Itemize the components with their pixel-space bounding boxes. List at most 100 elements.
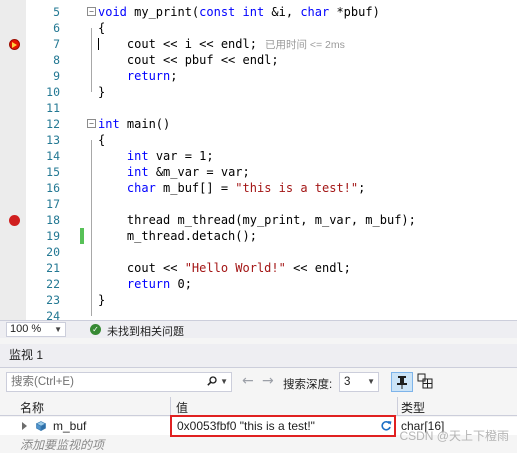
- search-depth-label: 搜索深度:: [283, 379, 333, 391]
- column-divider[interactable]: [397, 397, 398, 416]
- keyword-token: char: [300, 5, 330, 19]
- code-line[interactable]: 13 {: [0, 132, 517, 148]
- code-token: *pbuf): [329, 5, 380, 19]
- current-statement-icon[interactable]: [9, 39, 20, 50]
- collapse-icon[interactable]: −: [87, 7, 96, 16]
- code-text[interactable]: cout << pbuf << endl;: [98, 52, 279, 68]
- elapsed-time-hint[interactable]: 已用时间 <= 2ms: [265, 39, 345, 51]
- code-line[interactable]: 15 int &m_var = var;: [0, 164, 517, 180]
- watch-search-input[interactable]: 搜索(Ctrl+E) ▼: [6, 372, 232, 392]
- code-line[interactable]: 22 return 0;: [0, 276, 517, 292]
- line-number: 10: [46, 85, 60, 99]
- code-token: m_buf[] =: [155, 181, 236, 195]
- keyword-token: void: [98, 5, 127, 19]
- code-text[interactable]: void my_print(const int &i, char *pbuf): [98, 4, 380, 20]
- issues-status[interactable]: 未找到相关问题: [107, 323, 184, 339]
- code-line[interactable]: 21 cout << "Hello World!" << endl;: [0, 260, 517, 276]
- view-mode-button[interactable]: [415, 372, 437, 392]
- code-line[interactable]: 9 return;: [0, 68, 517, 84]
- keyword-token: int: [242, 5, 265, 19]
- search-icon[interactable]: [207, 376, 217, 386]
- search-previous-icon[interactable]: ←: [242, 373, 254, 389]
- line-number: 23: [46, 293, 60, 307]
- code-line[interactable]: 10}: [0, 84, 517, 100]
- code-text[interactable]: {: [98, 20, 105, 36]
- code-token: ;: [358, 181, 366, 195]
- code-line[interactable]: 11: [0, 100, 517, 116]
- code-text[interactable]: return;: [98, 68, 178, 84]
- line-number: 7: [53, 37, 60, 51]
- code-token: {: [98, 133, 106, 147]
- keyword-token: int: [98, 117, 120, 131]
- code-text[interactable]: }: [98, 84, 105, 100]
- collapse-icon[interactable]: −: [87, 119, 96, 128]
- keyword-token: return: [126, 69, 171, 83]
- watch-column-header: 名称 值 类型: [0, 397, 517, 416]
- code-line[interactable]: 18 thread m_thread(my_print, m_var, m_bu…: [0, 212, 517, 228]
- highlight-annotation-box: [170, 415, 396, 437]
- code-text[interactable]: int main(): [98, 116, 170, 132]
- code-line[interactable]: 14 int var = 1;: [0, 148, 517, 164]
- expand-arrow-icon[interactable]: [22, 422, 27, 430]
- line-number: 21: [46, 261, 60, 275]
- line-number: 13: [46, 133, 60, 147]
- search-next-icon[interactable]: →: [262, 373, 274, 389]
- column-divider[interactable]: [170, 397, 171, 416]
- code-token: var = 1;: [148, 149, 214, 163]
- code-text[interactable]: return 0;: [98, 276, 192, 292]
- column-name[interactable]: 名称: [20, 399, 44, 416]
- add-watch-placeholder[interactable]: 添加要监视的项: [20, 436, 104, 453]
- code-text[interactable]: m_thread.detach();: [98, 228, 257, 244]
- line-number: 9: [53, 69, 60, 83]
- search-depth-dropdown[interactable]: 3 ▼: [339, 372, 379, 392]
- code-line[interactable]: 23}: [0, 292, 517, 308]
- code-text[interactable]: cout << i << endl; 已用时间 <= 2ms: [98, 36, 345, 53]
- line-number: 16: [46, 181, 60, 195]
- code-text[interactable]: int var = 1;: [98, 148, 214, 164]
- code-line[interactable]: 7 cout << i << endl; 已用时间 <= 2ms: [0, 36, 517, 52]
- code-text[interactable]: {: [98, 132, 105, 148]
- code-token: &i,: [264, 5, 301, 19]
- chevron-down-icon: ▼: [54, 325, 62, 334]
- code-line[interactable]: 17: [0, 196, 517, 212]
- chevron-down-icon[interactable]: ▼: [220, 373, 228, 391]
- code-text[interactable]: cout << "Hello World!" << endl;: [98, 260, 351, 276]
- line-number: 6: [53, 21, 60, 35]
- chevron-down-icon: ▼: [367, 377, 375, 386]
- code-token: << endl;: [285, 261, 351, 275]
- code-line[interactable]: 6{: [0, 20, 517, 36]
- code-line[interactable]: 16 char m_buf[] = "this is a test!";: [0, 180, 517, 196]
- code-line[interactable]: 20: [0, 244, 517, 260]
- code-text[interactable]: int &m_var = var;: [98, 164, 250, 180]
- breakpoint-icon[interactable]: [9, 215, 20, 226]
- pin-button[interactable]: [391, 372, 413, 392]
- column-type[interactable]: 类型: [401, 399, 425, 416]
- line-number: 12: [46, 117, 60, 131]
- line-number: 17: [46, 197, 60, 211]
- zoom-dropdown[interactable]: 100 % ▼: [6, 322, 66, 337]
- column-value[interactable]: 值: [176, 399, 188, 416]
- keyword-token: char: [126, 181, 156, 195]
- code-token: thread m_thread(my_print, m_var, m_buf);: [98, 213, 416, 227]
- code-text[interactable]: thread m_thread(my_print, m_var, m_buf);: [98, 212, 416, 228]
- code-line[interactable]: 19 m_thread.detach();: [0, 228, 517, 244]
- line-number: 18: [46, 213, 60, 227]
- code-editor[interactable]: 5− void my_print(const int &i, char *pbuf…: [0, 0, 517, 323]
- code-line[interactable]: 12 − int main(): [0, 116, 517, 132]
- watch-panel-title[interactable]: 监视 1: [0, 344, 517, 368]
- code-token: &m_var = var;: [148, 165, 250, 179]
- code-text[interactable]: }: [98, 292, 105, 308]
- watch-row-name[interactable]: m_buf: [53, 419, 86, 433]
- code-line[interactable]: 8 cout << pbuf << endl;: [0, 52, 517, 68]
- line-number: 20: [46, 245, 60, 259]
- indent-guide: [91, 140, 92, 316]
- editor-status-bar: 100 % ▼ ✓ 未找到相关问题: [0, 320, 517, 338]
- keyword-token: const: [199, 5, 236, 19]
- code-token: {: [98, 21, 106, 35]
- watch-toolbar: 搜索(Ctrl+E) ▼ ← → 搜索深度: 3 ▼: [0, 369, 517, 396]
- keyword-token: return: [126, 277, 171, 291]
- code-line[interactable]: 5 − void my_print(const int &i, char *pbuf…: [0, 4, 517, 20]
- code-text[interactable]: char m_buf[] = "this is a test!";: [98, 180, 365, 196]
